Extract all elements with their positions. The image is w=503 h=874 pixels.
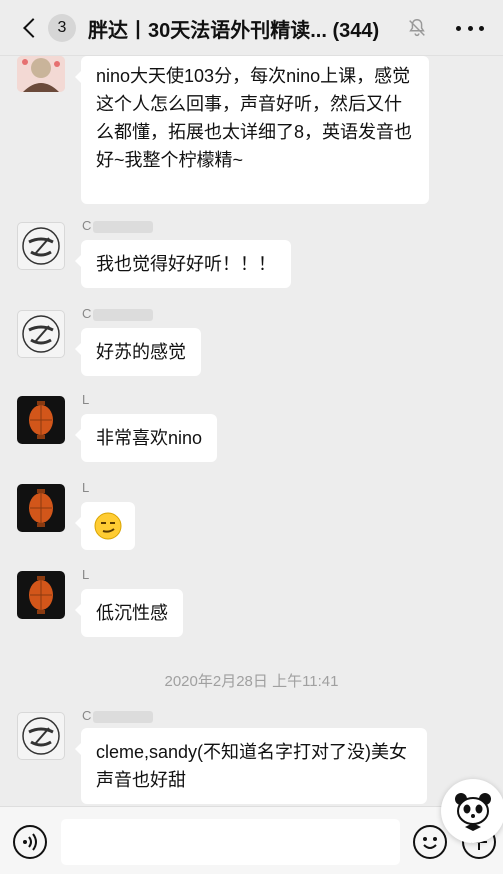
sender-name: C — [82, 218, 154, 233]
message-input[interactable] — [61, 819, 400, 865]
message-bubble[interactable]: 非常喜欢nino — [74, 414, 218, 462]
smirk-emoji-icon — [94, 512, 122, 540]
input-bar — [0, 806, 503, 874]
message-text: 好苏的感觉 — [96, 342, 186, 362]
chat-timestamp: 2020年2月28日 上午11:41 — [164, 673, 339, 690]
lantern-icon — [29, 489, 53, 527]
sender-name: L — [82, 480, 90, 495]
chat-header: 3 胖达丨30天法语外刊精读... (344) — [0, 0, 503, 56]
sender-name: C — [82, 708, 154, 723]
hard-rock-logo-icon — [22, 227, 60, 265]
message-text: 非常喜欢nino — [96, 428, 203, 448]
avatar[interactable] — [17, 222, 65, 270]
unread-badge: 3 — [48, 14, 76, 42]
message-text: cleme,sandy(不知道名字打对了没)美女声音也好甜 — [96, 742, 408, 790]
message-bubble[interactable]: 好苏的感觉 — [75, 328, 201, 376]
panda-icon — [455, 793, 491, 831]
message-bubble[interactable]: 我也觉得好好听！！！ — [75, 240, 291, 288]
sender-name: L — [82, 567, 90, 582]
avatar[interactable] — [17, 712, 65, 760]
bell-off-icon — [409, 19, 425, 37]
chevron-left-icon — [23, 18, 43, 38]
message-bubble[interactable]: 低沉性感 — [75, 589, 183, 637]
lantern-icon — [29, 401, 53, 439]
avatar[interactable] — [17, 56, 65, 92]
message-text: 低沉性感 — [96, 603, 168, 623]
cartoon-avatar-icon — [17, 56, 65, 92]
avatar[interactable] — [17, 310, 65, 358]
message-bubble[interactable]: cleme,sandy(不知道名字打对了没)美女声音也好甜 — [75, 728, 427, 804]
voice-icon[interactable] — [13, 825, 47, 859]
avatar[interactable] — [17, 571, 65, 619]
sender-name: C — [82, 306, 154, 321]
lantern-icon — [29, 576, 53, 614]
message-bubble[interactable] — [75, 502, 135, 550]
back-button[interactable]: 3 — [18, 10, 78, 46]
avatar[interactable] — [17, 484, 65, 532]
message-bubble[interactable]: nino大天使103分，每次nino上课，感觉这个人怎么回事，声音好听，然后又什… — [75, 56, 429, 204]
message-text: 我也觉得好好听！！！ — [96, 254, 276, 274]
floating-panda-button[interactable] — [441, 779, 503, 843]
message-text: nino大天使103分，每次nino上课，感觉这个人怎么回事，声音好听，然后又什… — [96, 66, 413, 170]
hard-rock-logo-icon — [22, 717, 60, 755]
sender-name: L — [82, 392, 90, 407]
more-dots-icon[interactable] — [456, 16, 484, 40]
avatar[interactable] — [17, 396, 65, 444]
chat-title: 胖达丨30天法语外刊精读... (344) — [88, 20, 380, 42]
hard-rock-logo-icon — [22, 315, 60, 353]
